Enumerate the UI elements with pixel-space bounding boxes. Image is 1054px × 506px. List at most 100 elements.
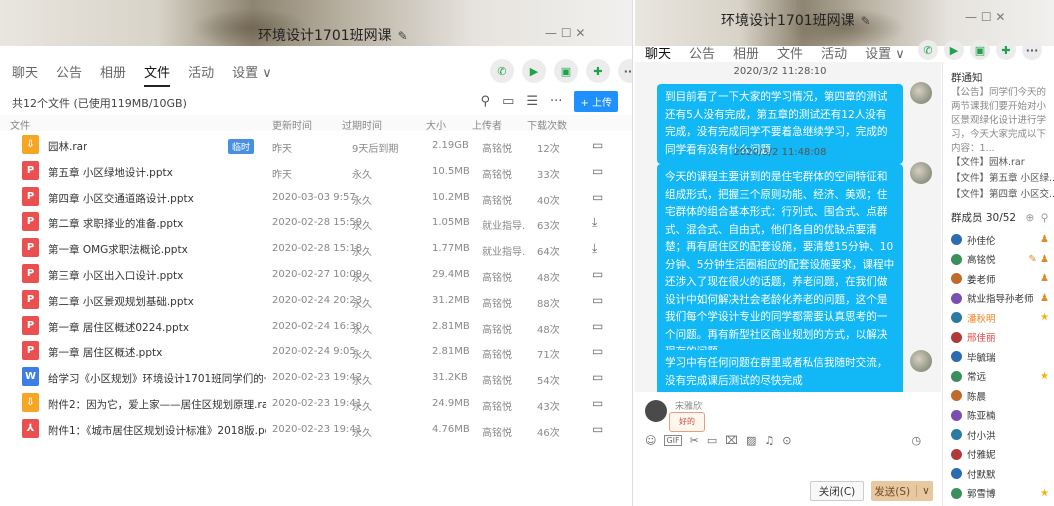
window-controls[interactable]: — ☐ ✕ xyxy=(965,10,1005,24)
member-item[interactable]: 常远 ★ xyxy=(951,367,1054,387)
column-uploader[interactable]: 上传者 xyxy=(472,117,502,132)
column-modified[interactable]: 更新时间 xyxy=(272,117,312,132)
file-name[interactable]: 第五章 小区绿地设计.pptx xyxy=(48,165,173,180)
tab-4[interactable]: 活动 xyxy=(188,62,214,81)
send-button[interactable]: 发送(S) ∨ xyxy=(871,481,933,501)
more-icon[interactable]: ··· xyxy=(550,94,562,109)
message-bubble[interactable]: 今天的课程主要讲到的是住宅群体的空间特征和组成形式，把握三个原则功能、经济、美观… xyxy=(657,164,903,367)
file-name[interactable]: 第二章 小区景观规划基础.pptx xyxy=(48,294,194,309)
member-item[interactable]: 付默默 xyxy=(951,464,1054,484)
phone-icon[interactable]: ✆ xyxy=(918,40,938,60)
pencil-icon[interactable]: ✎ xyxy=(861,14,871,28)
gift-icon[interactable]: ⌧ xyxy=(725,434,738,447)
folder-icon[interactable]: ▭ xyxy=(592,164,603,178)
member-item[interactable]: 付雅妮 xyxy=(951,445,1054,465)
folder-icon[interactable]: ▭ xyxy=(592,344,603,358)
upload-button[interactable]: + 上传 xyxy=(574,91,618,112)
folder-icon[interactable]: ▭ xyxy=(592,293,603,307)
pencil-icon[interactable]: ✎ xyxy=(398,29,408,43)
tab-2[interactable]: 相册 xyxy=(100,62,126,81)
member-item[interactable]: 姜老师 ♟ xyxy=(951,269,1054,289)
video-icon[interactable]: ▶ xyxy=(944,40,964,60)
column-file[interactable]: 文件 xyxy=(10,117,30,132)
tab-5[interactable]: 设置 ∨ xyxy=(232,62,272,81)
file-name[interactable]: 第一章 居住区概述0224.pptx xyxy=(48,320,189,335)
column-expires[interactable]: 过期时间 xyxy=(342,117,382,132)
close-button[interactable]: 关闭(C) xyxy=(810,481,864,501)
file-row[interactable]: ⇩ 附件2：因为它，爱上家——居住区规划原理.rar 2020-02-23 19:4… xyxy=(0,390,632,416)
tab-1[interactable]: 公告 xyxy=(689,43,715,62)
avatar[interactable] xyxy=(910,82,932,104)
tab-2[interactable]: 相册 xyxy=(733,43,759,62)
message-bubble[interactable]: 学习中有任何问题在群里或者私信我随时交流，没有完成课后测试的尽快完成 xyxy=(657,350,903,392)
tab-0[interactable]: 聊天 xyxy=(645,43,672,68)
folder-icon[interactable]: ▭ xyxy=(592,190,603,204)
file-row[interactable]: P 第一章 OMG求职法概论.pptx 2020-02-28 15:18 永久 1.77… xyxy=(0,235,632,261)
avatar[interactable] xyxy=(645,400,667,422)
file-name[interactable]: 第一章 OMG求职法概论.pptx xyxy=(48,242,188,257)
member-list[interactable]: 孙佳伦 ♟ 高铭悦 ✎ ♟ 姜老师 ♟ 就业指导孙老师 ♟ 潘秋明 ★ 邢佳丽 毕毓瑞 常远 ★ 陈晨 陈亚楠… xyxy=(951,230,1054,503)
member-item[interactable]: 陈晨 xyxy=(951,386,1054,406)
file-name[interactable]: 给学习《小区规划》环境设计1701班同学们的一封信.docx xyxy=(48,371,266,386)
file-row[interactable]: P 第五章 小区绿地设计.pptx 昨天 永久 10.5MB 高铭悦 33次 ▭ xyxy=(0,158,632,184)
clock-icon[interactable]: ◷ xyxy=(911,434,921,447)
search-icon[interactable]: ⚲ xyxy=(1041,212,1049,224)
folder-view-icon[interactable]: ▭ xyxy=(502,94,514,109)
notice-file-link[interactable]: 【文件】第四章 小区交... xyxy=(951,186,1054,200)
phone-icon[interactable]: ✆ xyxy=(490,59,514,83)
download-icon[interactable]: ⤓ xyxy=(592,215,597,230)
column-size[interactable]: 大小 xyxy=(426,117,446,132)
file-name[interactable]: 园林.rar xyxy=(48,139,87,154)
tab-1[interactable]: 公告 xyxy=(56,62,82,81)
folder-icon[interactable]: ▭ xyxy=(592,422,603,436)
column-downloads[interactable]: 下载次数 xyxy=(527,117,567,132)
title-bar[interactable]: 环境设计1701班网课 ✎ — ☐ ✕ xyxy=(0,0,632,48)
file-name[interactable]: 第一章 居住区概述.pptx xyxy=(48,345,162,360)
sticker-message[interactable]: 好的 xyxy=(669,412,705,432)
present-icon[interactable]: ✚ xyxy=(586,59,610,83)
folder-icon[interactable]: ▭ xyxy=(592,370,603,384)
member-item[interactable]: 潘秋明 ★ xyxy=(951,308,1054,328)
gif-icon[interactable]: GIF xyxy=(664,434,682,446)
file-name[interactable]: 第二章 求职择业的准备.pptx xyxy=(48,216,183,231)
download-icon[interactable]: ⤓ xyxy=(592,241,597,256)
more-icon[interactable]: ··· xyxy=(618,59,632,83)
folder-icon[interactable]: ▭ xyxy=(592,396,603,410)
file-row[interactable]: ⅄ 附件1：《城市居住区规划设计标准》2018版.pdf 2020-02-23 19… xyxy=(0,416,632,442)
list-view-icon[interactable]: ☰ xyxy=(526,94,538,109)
more-icon[interactable]: ··· xyxy=(1022,40,1042,60)
folder-icon[interactable]: ▭ xyxy=(592,319,603,333)
scissors-icon[interactable]: ✂ xyxy=(690,434,699,447)
member-item[interactable]: 陈亚楠 xyxy=(951,406,1054,426)
screen-share-icon[interactable]: ▣ xyxy=(970,40,990,60)
file-name[interactable]: 附件1：《城市居住区规划设计标准》2018版.pdf xyxy=(48,423,266,438)
folder-icon[interactable]: ▭ xyxy=(592,138,603,152)
member-item[interactable]: 毕毓瑞 xyxy=(951,347,1054,367)
window-controls[interactable]: — ☐ ✕ xyxy=(545,26,585,40)
avatar[interactable] xyxy=(910,162,932,184)
member-item[interactable]: 就业指导孙老师 ♟ xyxy=(951,289,1054,309)
present-icon[interactable]: ✚ xyxy=(996,40,1016,60)
file-name[interactable]: 第三章 小区出入口设计.pptx xyxy=(48,268,183,283)
emoji-icon[interactable]: ☺ xyxy=(645,434,656,447)
message-area[interactable]: 2020/3/2 11:28:10 到目前看了一下大家的学习情况，第四章的测试还… xyxy=(635,62,941,392)
file-row[interactable]: P 第一章 居住区概述.pptx 2020-02-24 9:05 永久 2.81MB 高铭… xyxy=(0,338,632,364)
file-row[interactable]: P 第四章 小区交通道路设计.pptx 2020-03-03 9:57 永久 10.2M… xyxy=(0,184,632,210)
image-icon[interactable]: ▨ xyxy=(746,434,756,447)
member-item[interactable]: 孙佳伦 ♟ xyxy=(951,230,1054,250)
tab-0[interactable]: 聊天 xyxy=(12,62,38,81)
file-row[interactable]: ⇩ 园林.rar 临时 昨天 9天后到期 2.19GB 高铭悦 12次 ▭ xyxy=(0,132,632,158)
add-member-icon[interactable]: ⊕ xyxy=(1025,212,1034,224)
file-name[interactable]: 附件2：因为它，爱上家——居住区规划原理.rar xyxy=(48,397,266,412)
notice-file-link[interactable]: 【文件】园林.rar xyxy=(951,154,1025,168)
avatar[interactable] xyxy=(910,350,932,372)
file-row[interactable]: P 第三章 小区出入口设计.pptx 2020-02-27 10:09 永久 29.4M… xyxy=(0,261,632,287)
file-row[interactable]: P 第一章 居住区概述0224.pptx 2020-02-24 16:30 永久 2.8… xyxy=(0,313,632,339)
member-item[interactable]: 高铭悦 ✎ ♟ xyxy=(951,250,1054,270)
file-name[interactable]: 第四章 小区交通道路设计.pptx xyxy=(48,191,194,206)
chevron-down-icon[interactable]: ∨ xyxy=(916,485,930,497)
video-icon[interactable]: ▶ xyxy=(522,59,546,83)
member-item[interactable]: 付小洪 xyxy=(951,425,1054,445)
file-row[interactable]: W 给学习《小区规划》环境设计1701班同学们的一封信.docx 2020-02-2… xyxy=(0,364,632,390)
notice-text[interactable]: 【公告】同学们今天的两节课我们要开始对小区景观绿化设计进行学习，今天大家完成以下… xyxy=(951,86,1051,156)
